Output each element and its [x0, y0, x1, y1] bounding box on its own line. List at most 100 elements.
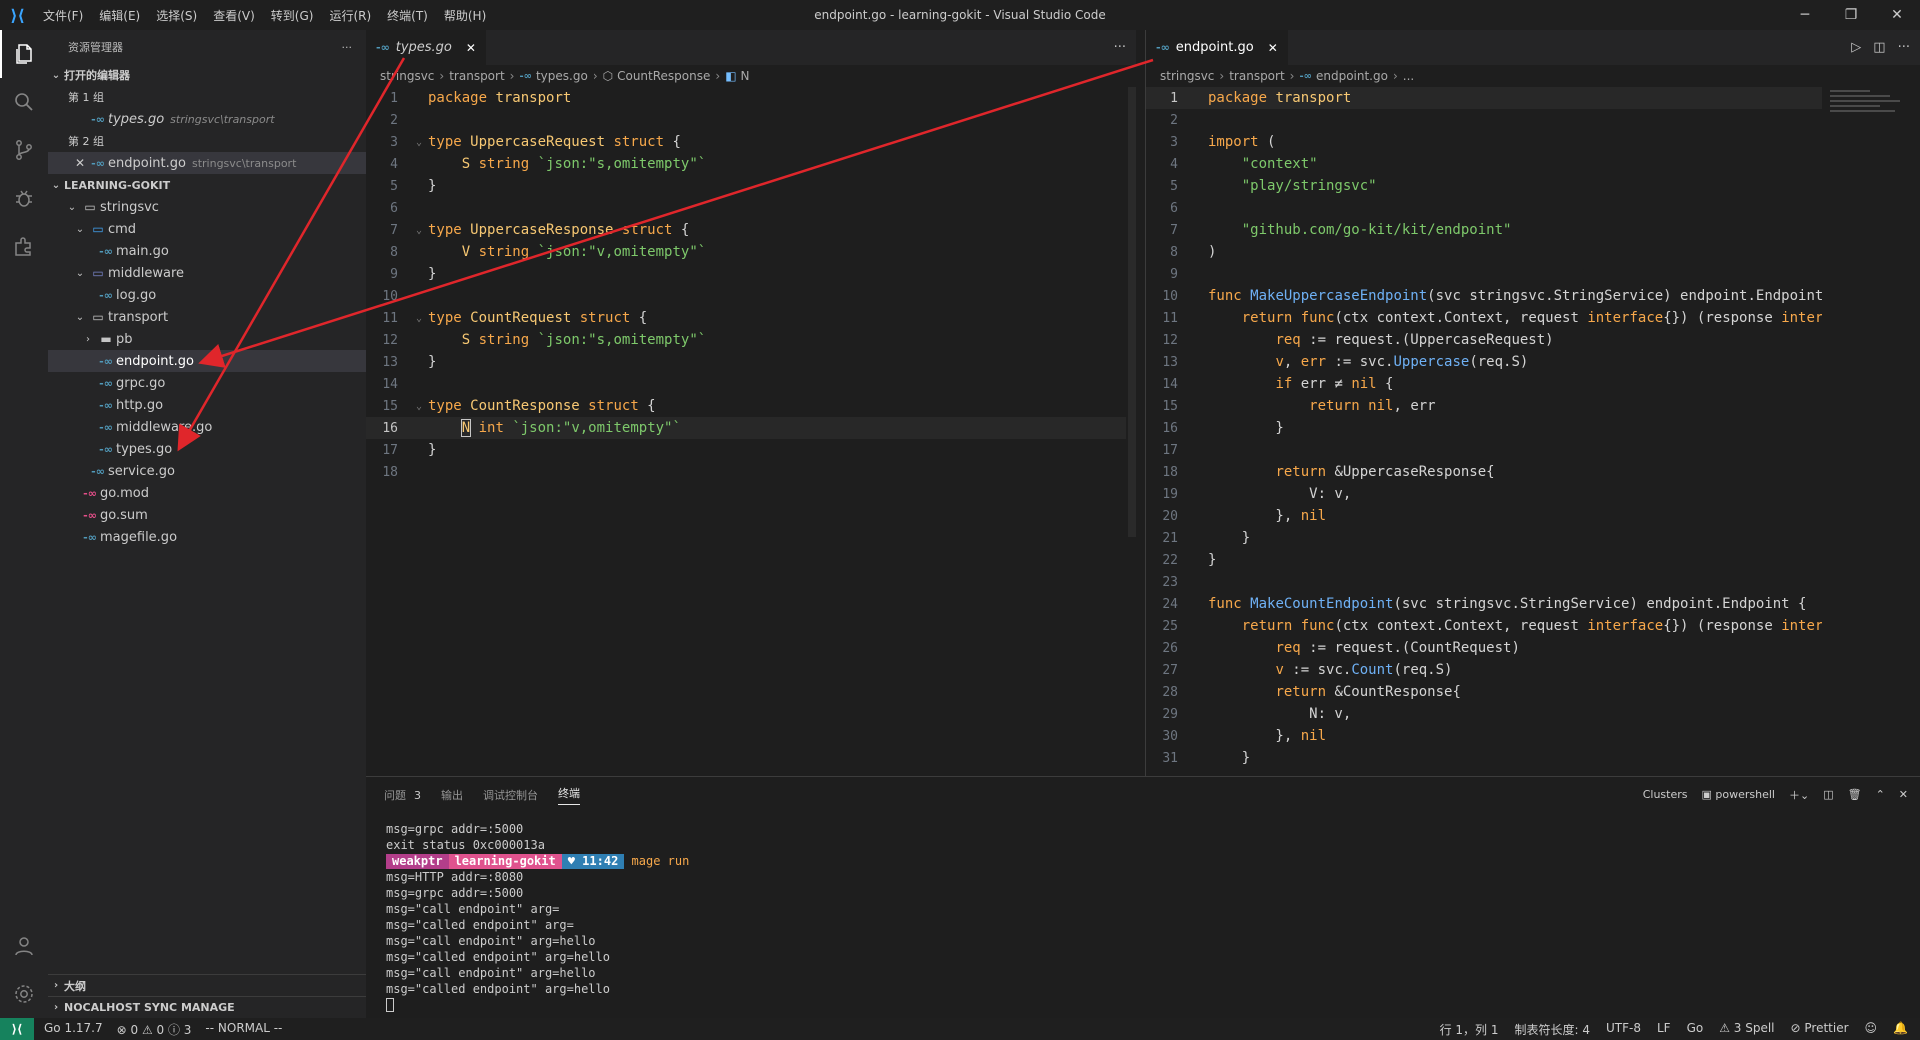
close-window-icon[interactable]: ✕ — [1874, 0, 1920, 30]
left-editor-scrollbar[interactable] — [1128, 87, 1136, 537]
panel-actions: Clusters ▣ powershell ＋⌄ ◫ 🗑 ⌃ ✕ — [1643, 777, 1908, 812]
right-code-editor[interactable]: 1 package transport 2 3 import ( 4 "contex… — [1146, 87, 1822, 775]
project-section[interactable]: ⌄ LEARNING-GOKIT — [48, 174, 366, 196]
breadcrumb-item[interactable]: endpoint.go — [1316, 69, 1388, 83]
more-actions-icon[interactable]: ··· — [342, 41, 353, 54]
tree-file-middleware-go[interactable]: -∞ middleware.go — [48, 416, 366, 438]
tree-file-magefile-go[interactable]: -∞ magefile.go — [48, 526, 366, 548]
tab-endpoint-go[interactable]: -∞ endpoint.go ✕ — [1146, 30, 1288, 65]
close-panel-icon[interactable]: ✕ — [1899, 788, 1908, 801]
tree-file-log-go[interactable]: -∞ log.go — [48, 284, 366, 306]
terminal-line: msg=grpc addr=:5000 — [386, 822, 524, 836]
more-actions-icon[interactable]: ··· — [1114, 40, 1126, 55]
spell-status[interactable]: ⚠ 3 Spell — [1719, 1021, 1774, 1038]
menu-go[interactable]: 转到(G) — [263, 7, 322, 24]
menu-view[interactable]: 查看(V) — [205, 7, 263, 24]
source-control-icon[interactable] — [0, 126, 48, 174]
breadcrumb-item[interactable]: CountResponse — [617, 69, 710, 83]
tree-file-go-mod[interactable]: -∞ go.mod — [48, 482, 366, 504]
settings-gear-icon[interactable] — [0, 970, 48, 1018]
outline-section[interactable]: › 大纲 — [48, 974, 366, 996]
tab-types-go[interactable]: -∞ types.go ✕ — [366, 30, 486, 65]
terminal-shell-selector[interactable]: ▣ powershell — [1701, 788, 1774, 801]
breadcrumb-item[interactable]: ... — [1403, 69, 1414, 83]
open-editor-types-go[interactable]: -∞ types.go stringsvc\transport — [48, 108, 366, 130]
minimap[interactable] — [1830, 87, 1910, 167]
chevron-right-icon: › — [53, 1002, 59, 1013]
go-file-icon: -∞ — [519, 70, 532, 82]
language-mode[interactable]: Go — [1687, 1021, 1704, 1038]
open-editors-section[interactable]: ⌄ 打开的编辑器 — [48, 64, 366, 86]
tree-label: endpoint.go — [116, 353, 194, 369]
tree-file-go-sum[interactable]: -∞ go.sum — [48, 504, 366, 526]
split-terminal-icon[interactable]: ◫ — [1823, 788, 1833, 801]
open-editor-endpoint-go[interactable]: ✕ -∞ endpoint.go stringsvc\transport — [48, 152, 366, 174]
close-tab-icon[interactable]: ✕ — [1268, 41, 1278, 55]
tree-folder-stringsvc[interactable]: ⌄ ▭ stringsvc — [48, 196, 366, 218]
menu-selection[interactable]: 选择(S) — [148, 7, 205, 24]
tree-label: middleware.go — [116, 419, 213, 435]
feedback-icon[interactable]: ☺ — [1865, 1021, 1878, 1038]
nocalhost-section[interactable]: › NOCALHOST SYNC MANAGE — [48, 996, 366, 1018]
menu-run[interactable]: 运行(R) — [321, 7, 379, 24]
search-icon[interactable] — [0, 78, 48, 126]
tree-folder-middleware[interactable]: ⌄ ▭ middleware — [48, 262, 366, 284]
remote-indicator-icon[interactable]: ⟩⟨ — [0, 1018, 34, 1040]
end-of-line[interactable]: LF — [1657, 1021, 1671, 1038]
tab-debug-console[interactable]: 调试控制台 — [483, 787, 538, 803]
left-code-editor[interactable]: 1 package transport 2 3 ⌄ type UppercaseReq… — [366, 87, 1126, 775]
split-editor-icon[interactable]: ◫ — [1873, 40, 1885, 55]
tree-folder-cmd[interactable]: ⌄ ▭ cmd — [48, 218, 366, 240]
debug-icon[interactable] — [0, 174, 48, 222]
tab-terminal[interactable]: 终端 — [558, 785, 580, 805]
cursor-position[interactable]: 行 1，列 1 — [1440, 1021, 1499, 1038]
explorer-icon[interactable] — [0, 30, 48, 78]
breadcrumb-item[interactable]: N — [741, 69, 750, 83]
close-tab-icon[interactable]: ✕ — [466, 41, 476, 55]
breadcrumb-item[interactable]: stringsvc — [1160, 69, 1214, 83]
terminal-output[interactable]: msg=grpc addr=:5000 exit status 0xc00001… — [386, 822, 689, 1014]
breadcrumb-item[interactable]: types.go — [536, 69, 588, 83]
tree-label: transport — [108, 309, 169, 325]
file-encoding[interactable]: UTF-8 — [1606, 1021, 1641, 1038]
tab-problems[interactable]: 问题 3 — [384, 787, 421, 803]
go-version[interactable]: Go 1.17.7 — [44, 1021, 103, 1038]
minimize-icon[interactable]: ─ — [1782, 0, 1828, 30]
breadcrumb-item[interactable]: stringsvc — [380, 69, 434, 83]
right-breadcrumb: stringsvc › transport › -∞ endpoint.go › ... — [1160, 69, 1415, 83]
tree-folder-transport[interactable]: ⌄ ▭ transport — [48, 306, 366, 328]
run-icon[interactable]: ▷ — [1851, 40, 1861, 55]
menu-file[interactable]: 文件(F) — [35, 7, 91, 24]
tree-file-main-go[interactable]: -∞ main.go — [48, 240, 366, 262]
account-icon[interactable] — [0, 922, 48, 970]
chevron-down-icon: ⌄ — [67, 201, 77, 213]
maximize-panel-icon[interactable]: ⌃ — [1876, 788, 1885, 801]
menu-edit[interactable]: 编辑(E) — [91, 7, 148, 24]
more-actions-icon[interactable]: ··· — [1898, 40, 1910, 55]
close-icon[interactable]: ✕ — [72, 156, 88, 170]
tree-file-service-go[interactable]: -∞ service.go — [48, 460, 366, 482]
clusters-label[interactable]: Clusters — [1643, 788, 1688, 801]
menu-terminal[interactable]: 终端(T) — [379, 7, 436, 24]
new-terminal-icon[interactable]: ＋⌄ — [1789, 787, 1809, 803]
breadcrumb-item[interactable]: transport — [1229, 69, 1284, 83]
tree-folder-pb[interactable]: › ▬ pb — [48, 328, 366, 350]
tree-file-types-go[interactable]: -∞ types.go — [48, 438, 366, 460]
tab-size[interactable]: 制表符长度: 4 — [1514, 1021, 1590, 1038]
notifications-bell-icon[interactable]: 🔔 — [1893, 1021, 1908, 1038]
tree-file-grpc-go[interactable]: -∞ grpc.go — [48, 372, 366, 394]
trash-icon[interactable]: 🗑 — [1848, 788, 1862, 801]
tree-file-http-go[interactable]: -∞ http.go — [48, 394, 366, 416]
bottom-panel: 问题 3 输出 调试控制台 终端 Clusters ▣ powershell ＋⌄… — [366, 776, 1920, 1018]
breadcrumb-item[interactable]: transport — [449, 69, 504, 83]
field-icon: ◧ — [725, 69, 737, 83]
tree-file-endpoint-go[interactable]: -∞ endpoint.go — [48, 350, 366, 372]
tab-output[interactable]: 输出 — [441, 787, 463, 803]
group-2-label: 第 2 组 — [68, 135, 104, 148]
go-file-icon: -∞ — [99, 376, 113, 390]
problems-summary[interactable]: ⊗ 0 ⚠ 0 ⓘ 3 — [117, 1021, 192, 1038]
prettier-status[interactable]: ⊘ Prettier — [1791, 1021, 1849, 1038]
menu-help[interactable]: 帮助(H) — [436, 7, 494, 24]
restore-icon[interactable]: ❐ — [1828, 0, 1874, 30]
extensions-icon[interactable] — [0, 222, 48, 270]
